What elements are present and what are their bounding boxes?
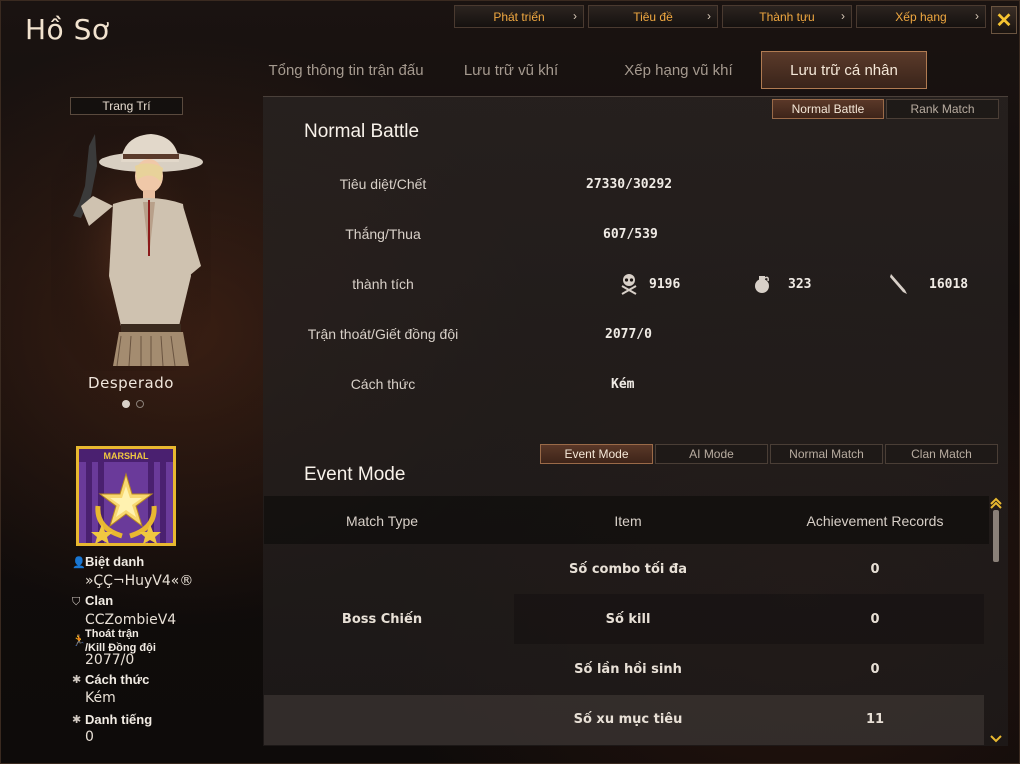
tab-match-summary-label: Tổng thông tin trận đấu (268, 61, 424, 79)
style-value: Kém (85, 690, 116, 706)
match-type-cell: Boss Chiến (341, 612, 423, 627)
scroll-down-icon (990, 735, 1002, 743)
tab-match-summary[interactable]: Tổng thông tin trận đấu (256, 51, 436, 89)
record-kills: 0 (870, 612, 880, 627)
tab-ai-mode[interactable]: AI Mode (655, 444, 768, 464)
close-icon: ✕ (995, 9, 1013, 32)
table-scrollbar[interactable] (989, 496, 1003, 746)
tab-event-mode[interactable]: Event Mode (540, 444, 653, 464)
tab-normal-battle[interactable]: Normal Battle (772, 99, 884, 119)
chevron-right-icon: › (707, 9, 711, 23)
kill-death-value: 27330/30292 (586, 177, 673, 192)
scroll-thumb (993, 510, 999, 562)
tab-weapon-ranking[interactable]: Xếp hạng vũ khí (606, 51, 751, 89)
escape-value: 2077/0 (85, 652, 135, 668)
win-loss-label: Thắng/Thua (345, 226, 421, 242)
achievement-knife-value: 16018 (929, 277, 969, 292)
event-mode-title: Event Mode (304, 464, 406, 485)
menu-develop-button[interactable]: Phát triển › (454, 5, 584, 28)
tab-personal-records-label: Lưu trữ cá nhân (790, 61, 898, 79)
fame-value: 0 (85, 729, 94, 745)
clan-shield-icon: ⛉ (72, 595, 81, 608)
menu-title-button[interactable]: Tiêu đề › (588, 5, 718, 28)
profile-window: Hồ Sơ Phát triển › Tiêu đề › Thành tựu ›… (0, 0, 1020, 764)
item-target-coins: Số xu mục tiêu (573, 712, 683, 727)
carousel-dot-active[interactable] (122, 400, 130, 408)
win-loss-value: 607/539 (603, 227, 658, 242)
achievement-skull-value: 9196 (649, 277, 681, 292)
tab-weapon-records[interactable]: Lưu trữ vũ khí (446, 51, 576, 89)
tab-weapon-records-label: Lưu trữ vũ khí (463, 61, 559, 79)
chevron-right-icon: › (975, 9, 979, 23)
column-achievement-records: Achievement Records (806, 513, 944, 529)
escape-teamkill-value: 2077/0 (605, 327, 652, 342)
achievement-grenade-value: 323 (788, 277, 812, 292)
menu-achievement-label: Thành tựu (759, 9, 815, 24)
clan-label: Clan (85, 593, 114, 608)
style-stat-value: Kém (611, 377, 635, 392)
menu-achievement-button[interactable]: Thành tựu › (722, 5, 852, 28)
record-max-combo: 0 (870, 562, 880, 577)
record-target-coins: 11 (865, 712, 885, 727)
chevron-right-icon: › (573, 9, 577, 23)
nickname-value: »ÇÇ¬HuyV4«® (85, 573, 194, 589)
knife-icon (890, 274, 907, 294)
column-match-type: Match Type (345, 513, 419, 529)
tab-weapon-ranking-label: Xếp hạng vũ khí (624, 61, 733, 79)
user-icon: 👤 (72, 556, 86, 569)
tab-normal-match[interactable]: Normal Match (770, 444, 883, 464)
menu-ranking-button[interactable]: Xếp hạng › (856, 5, 986, 28)
rank-badge-text: MARSHAL (104, 451, 149, 461)
menu-ranking-label: Xếp hạng (895, 9, 947, 24)
nickname-label: Biệt danh (85, 554, 145, 569)
style-stat-label: Cách thức (350, 376, 416, 392)
clan-value: CCZombieV4 (85, 612, 177, 628)
column-item: Item (614, 513, 642, 529)
record-respawns: 0 (870, 662, 880, 677)
achievement-label: thành tích (352, 276, 414, 292)
item-kills: Số kill (605, 612, 651, 627)
gear-icon: ✱ (72, 673, 82, 686)
stats-panel (263, 96, 1008, 746)
running-man-icon: 🏃 (72, 634, 86, 647)
escape-teamkill-label: Trận thoát/Giết đồng đội (307, 326, 459, 342)
close-button[interactable]: ✕ (991, 6, 1017, 34)
normal-battle-title: Normal Battle (304, 121, 420, 142)
style-label: Cách thức (85, 672, 150, 687)
item-max-combo: Số combo tối đa (569, 562, 687, 577)
fame-label: Danh tiếng (85, 712, 153, 727)
grenade-icon (755, 276, 769, 293)
tab-rank-match[interactable]: Rank Match (886, 99, 999, 119)
window-title: Hồ Sơ (25, 13, 110, 46)
skull-crossbones-icon (621, 274, 637, 295)
escape-label-line1: Thoát trận (85, 628, 139, 640)
kill-death-label: Tiêu diệt/Chết (339, 176, 427, 192)
character-name: Desperado (88, 374, 174, 392)
tab-clan-match[interactable]: Clan Match (885, 444, 998, 464)
tab-personal-records[interactable]: Lưu trữ cá nhân (761, 51, 927, 89)
carousel-dot[interactable] (136, 400, 144, 408)
menu-title-label: Tiêu đề (633, 9, 673, 24)
gear-icon: ✱ (72, 713, 82, 726)
rank-badge-icon: MARSHAL (76, 446, 176, 546)
character-portrait (51, 126, 211, 371)
decorate-button[interactable]: Trang Trí (70, 97, 183, 115)
chevron-right-icon: › (841, 9, 845, 23)
menu-develop-label: Phát triển (493, 9, 545, 24)
item-respawns: Số lần hồi sinh (574, 662, 682, 677)
